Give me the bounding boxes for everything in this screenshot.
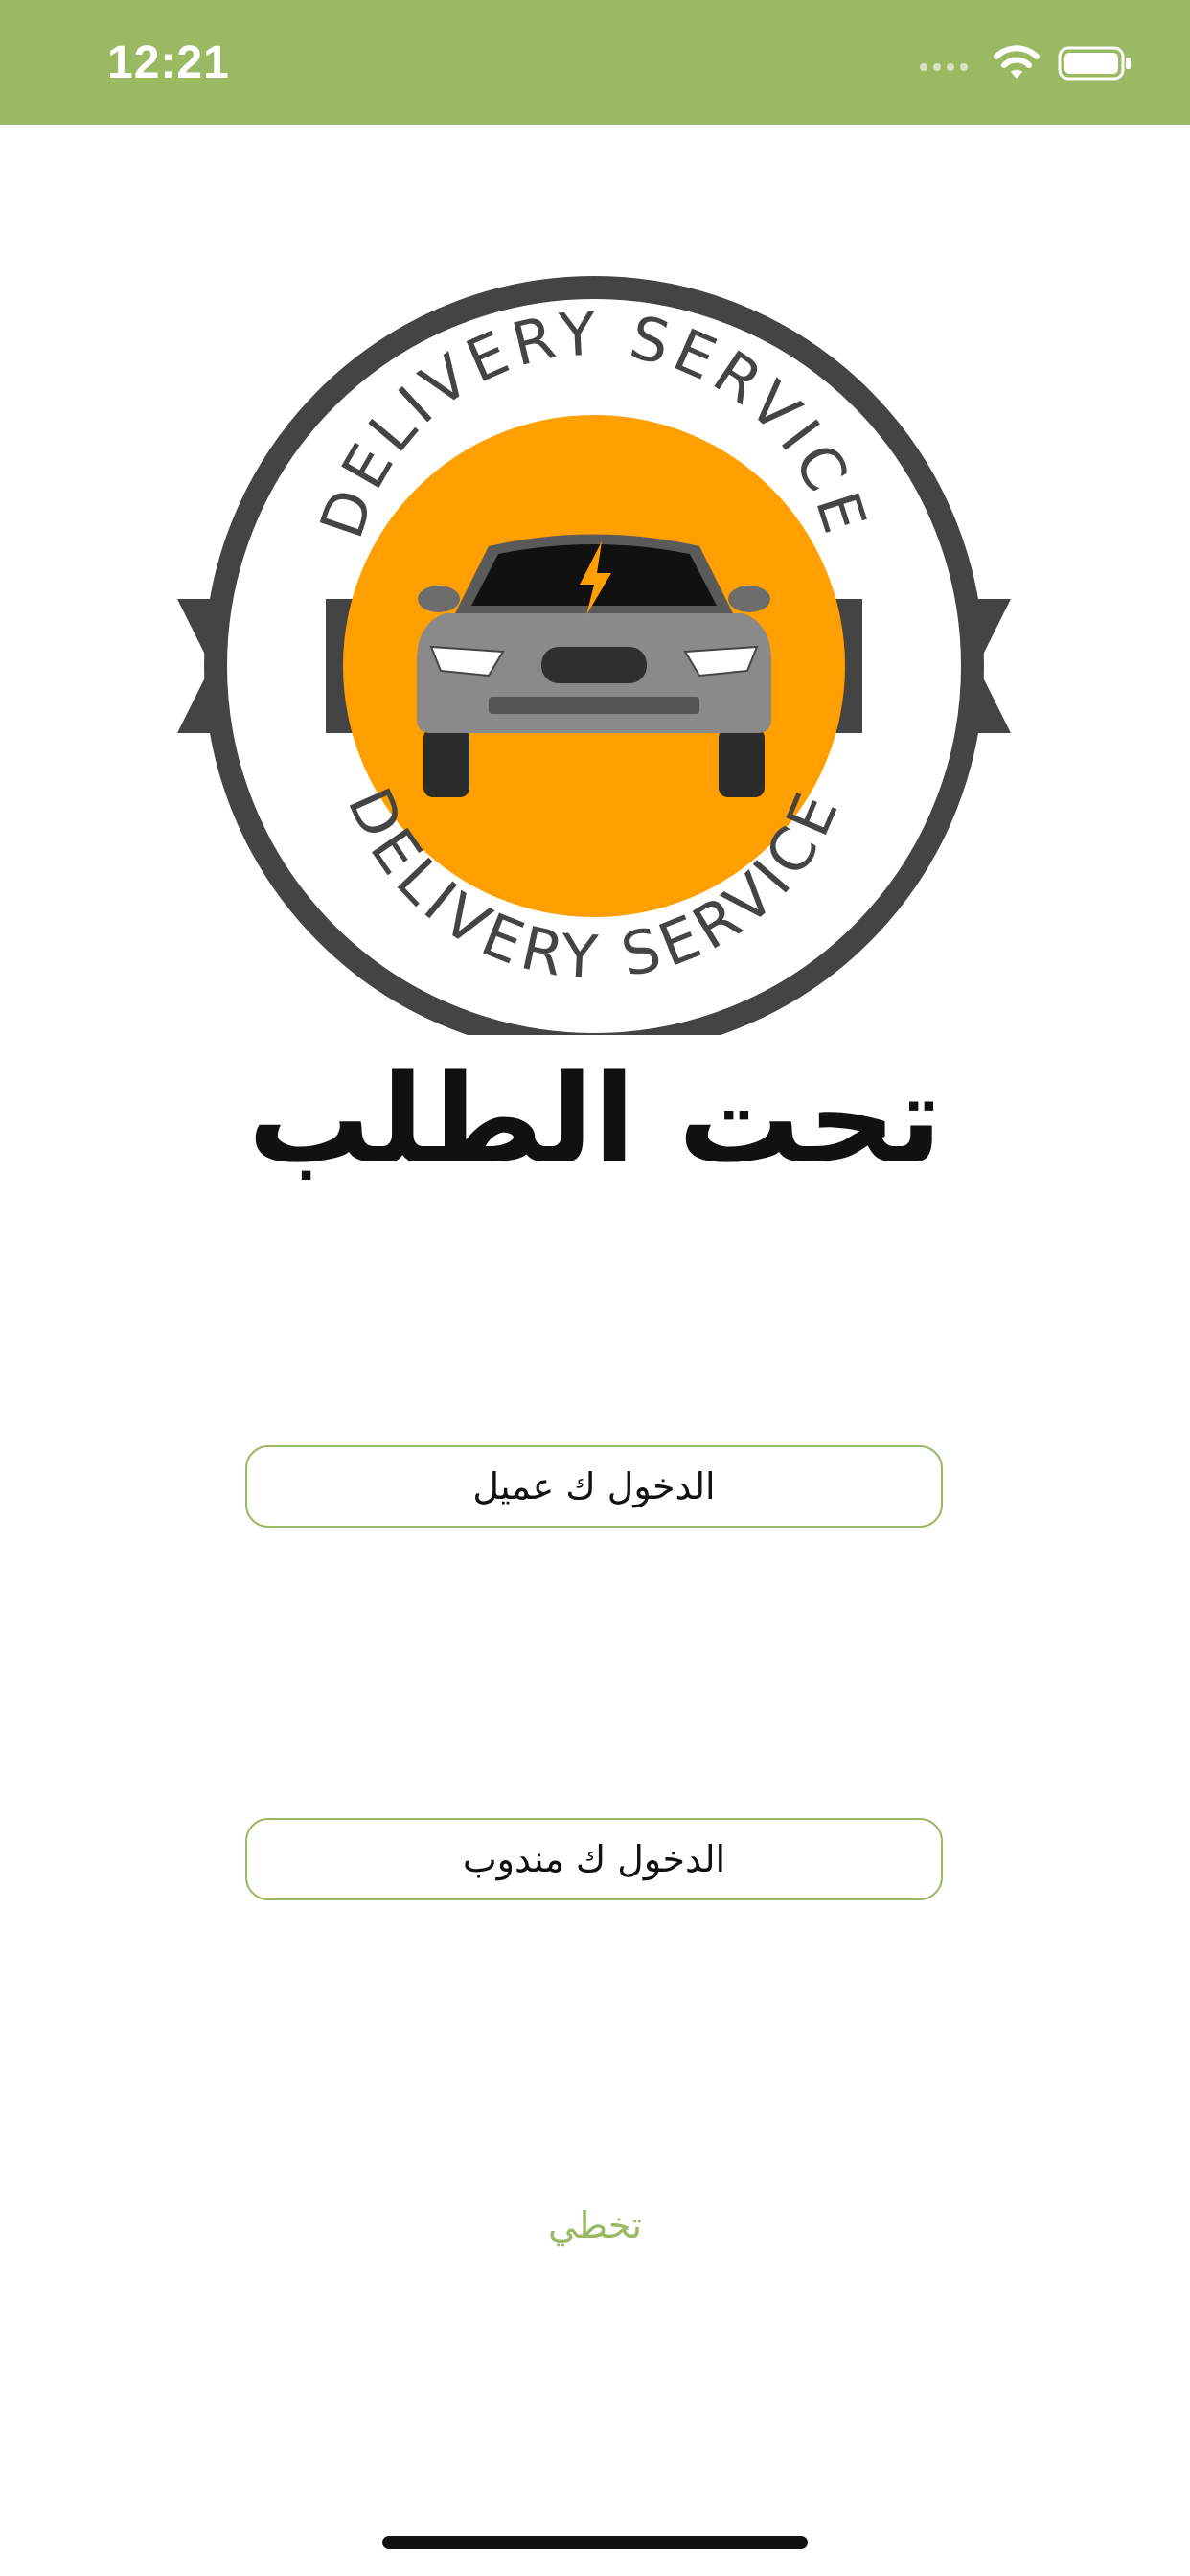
status-time: 12:21 (107, 37, 230, 88)
battery-icon (1058, 46, 1131, 80)
svg-text:تحت الطلب: تحت الطلب (248, 1054, 943, 1191)
signal-icon (920, 63, 968, 71)
status-bar: 12:21 (0, 0, 1190, 125)
home-indicator[interactable] (382, 2536, 808, 2549)
status-icons (918, 42, 1134, 84)
wifi-icon (994, 45, 1040, 79)
skip-link[interactable]: تخطي (403, 2204, 787, 2246)
agent-login-button[interactable]: الدخول ك مندوب (245, 1818, 943, 1900)
welcome-screen: 12:21 DELIVERY SERVICE DELIVERY SERVICE … (0, 0, 1190, 2576)
delivery-service-logo: DELIVERY SERVICE DELIVERY SERVICE (177, 276, 1011, 1035)
customer-login-button[interactable]: الدخول ك عميل (245, 1445, 943, 1528)
brand-name: تحت الطلب (248, 1054, 943, 1191)
